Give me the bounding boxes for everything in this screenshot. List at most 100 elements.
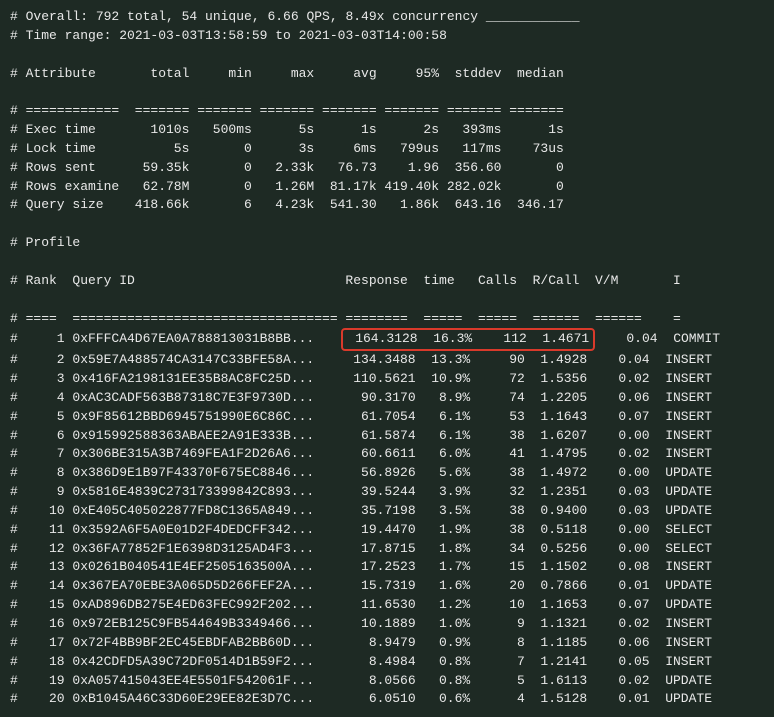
profile-row: #200xB1045A46C33D60E29EE82E3D7C...6.0510… bbox=[10, 690, 764, 709]
query-type: UPDATE bbox=[665, 596, 720, 615]
r-per-call: 1.4795 bbox=[533, 445, 588, 464]
rank: 15 bbox=[26, 596, 65, 615]
summary-row: #Rows sent59.35k02.33k76.731.96356.600 bbox=[10, 159, 764, 178]
query-id: 0xAD896DB275E4ED63FEC992F202... bbox=[72, 596, 337, 615]
vm: 0.08 bbox=[595, 558, 650, 577]
profile-row: #140x367EA70EBE3A065D5D266FEF2A...15.731… bbox=[10, 577, 764, 596]
r-per-call: 0.9400 bbox=[533, 502, 588, 521]
timerange-line: # Time range: 2021-03-03T13:58:59 to 202… bbox=[10, 27, 764, 46]
rank: 11 bbox=[26, 521, 65, 540]
vm: 0.02 bbox=[595, 615, 650, 634]
rank: 16 bbox=[26, 615, 65, 634]
query-id: 0x386D9E1B97F43370F675EC8846... bbox=[72, 464, 337, 483]
r-per-call: 1.2205 bbox=[533, 389, 588, 408]
calls: 9 bbox=[478, 615, 525, 634]
response-pct: 6.1% bbox=[423, 408, 470, 427]
rank: 10 bbox=[26, 502, 65, 521]
calls: 15 bbox=[478, 558, 525, 577]
query-type: SELECT bbox=[665, 540, 720, 559]
query-id: 0x915992588363ABAEE2A91E333B... bbox=[72, 427, 337, 446]
response-time: 56.8926 bbox=[345, 464, 415, 483]
response-pct: 1.9% bbox=[423, 521, 470, 540]
query-type: UPDATE bbox=[665, 483, 720, 502]
query-type: UPDATE bbox=[665, 502, 720, 521]
query-id: 0x972EB125C9FB544649B3349466... bbox=[72, 615, 337, 634]
calls: 90 bbox=[478, 351, 525, 370]
vm: 0.00 bbox=[595, 427, 650, 446]
response-time: 60.6611 bbox=[345, 445, 415, 464]
vm: 0.05 bbox=[595, 653, 650, 672]
query-id: 0x42CDFD5A39C72DF0514D1B59F2... bbox=[72, 653, 337, 672]
vm: 0.07 bbox=[595, 596, 650, 615]
vm: 0.00 bbox=[595, 521, 650, 540]
response-pct: 8.9% bbox=[423, 389, 470, 408]
r-per-call: 1.1653 bbox=[533, 596, 588, 615]
response-time: 61.5874 bbox=[345, 427, 415, 446]
calls: 20 bbox=[478, 577, 525, 596]
calls: 112 bbox=[480, 330, 527, 349]
response-pct: 1.0% bbox=[423, 615, 470, 634]
rank: 17 bbox=[26, 634, 65, 653]
profile-row: #170x72F4BB9BF2EC45EBDFAB2BB60D...8.9479… bbox=[10, 634, 764, 653]
response-pct: 0.6% bbox=[423, 690, 470, 709]
r-per-call: 1.2351 bbox=[533, 483, 588, 502]
rank: 6 bbox=[26, 427, 65, 446]
query-id: 0x0261B040541E4EF2505163500A... bbox=[72, 558, 337, 577]
profile-row: #100xE405C405022877FD8C1365A849...35.719… bbox=[10, 502, 764, 521]
r-per-call: 1.4972 bbox=[533, 464, 588, 483]
query-type: UPDATE bbox=[665, 577, 720, 596]
r-per-call: 1.2141 bbox=[533, 653, 588, 672]
vm: 0.03 bbox=[595, 483, 650, 502]
response-time: 19.4470 bbox=[345, 521, 415, 540]
calls: 4 bbox=[478, 690, 525, 709]
profile-header: #RankQuery IDResponsetimeCallsR/CallV/MI bbox=[10, 253, 764, 291]
profile-row: #70x306BE315A3B7469FEA1F2D26A6...60.6611… bbox=[10, 445, 764, 464]
query-type: COMMIT bbox=[673, 330, 728, 349]
summary-header: #Attributetotalminmaxavg95%stddevmedian bbox=[10, 46, 764, 84]
attr-label: Rows sent bbox=[26, 159, 127, 178]
r-per-call: 1.4671 bbox=[535, 330, 590, 349]
response-time: 8.4984 bbox=[345, 653, 415, 672]
rank: 4 bbox=[26, 389, 65, 408]
r-per-call: 1.5128 bbox=[533, 690, 588, 709]
query-type: INSERT bbox=[665, 389, 720, 408]
query-type: INSERT bbox=[665, 634, 720, 653]
query-id: 0x416FA2198131EE35B8AC8FC25D... bbox=[72, 370, 337, 389]
response-time: 17.8715 bbox=[345, 540, 415, 559]
attr-label: Query size bbox=[26, 196, 127, 215]
profile-label: # Profile bbox=[10, 234, 764, 253]
calls: 38 bbox=[478, 502, 525, 521]
query-type: INSERT bbox=[665, 653, 720, 672]
query-id: 0x5816E4839C273173399842C893... bbox=[72, 483, 337, 502]
response-time: 90.3170 bbox=[345, 389, 415, 408]
rank: 12 bbox=[26, 540, 65, 559]
query-id: 0x3592A6F5A0E01D2F4DEDCFF342... bbox=[72, 521, 337, 540]
response-pct: 1.8% bbox=[423, 540, 470, 559]
query-id: 0x367EA70EBE3A065D5D266FEF2A... bbox=[72, 577, 337, 596]
response-pct: 1.2% bbox=[423, 596, 470, 615]
summary-row: #Lock time5s03s6ms799us117ms73us bbox=[10, 140, 764, 159]
r-per-call: 0.5118 bbox=[533, 521, 588, 540]
overall-line: # Overall: 792 total, 54 unique, 6.66 QP… bbox=[10, 8, 764, 27]
calls: 34 bbox=[478, 540, 525, 559]
attr-label: Rows examine bbox=[26, 178, 127, 197]
query-id: 0xE405C405022877FD8C1365A849... bbox=[72, 502, 337, 521]
rank: 9 bbox=[26, 483, 65, 502]
query-type: INSERT bbox=[665, 427, 720, 446]
vm: 0.02 bbox=[595, 370, 650, 389]
vm: 0.01 bbox=[595, 690, 650, 709]
profile-row: #30x416FA2198131EE35B8AC8FC25D...110.562… bbox=[10, 370, 764, 389]
vm: 0.06 bbox=[595, 634, 650, 653]
response-time: 164.3128 bbox=[347, 330, 417, 349]
response-pct: 10.9% bbox=[423, 370, 470, 389]
query-id: 0xFFFCA4D67EA0A788813031B8BB... bbox=[72, 330, 337, 349]
calls: 7 bbox=[478, 653, 525, 672]
query-type: UPDATE bbox=[665, 464, 720, 483]
vm: 0.00 bbox=[595, 464, 650, 483]
response-pct: 6.0% bbox=[423, 445, 470, 464]
query-id: 0x59E7A488574CA3147C33BFE58A... bbox=[72, 351, 337, 370]
vm: 0.00 bbox=[595, 540, 650, 559]
highlight-box: 164.312816.3%1121.4671 bbox=[341, 328, 595, 351]
profile-row: #120x36FA77852F1E6398D3125AD4F3...17.871… bbox=[10, 540, 764, 559]
query-id: 0x306BE315A3B7469FEA1F2D26A6... bbox=[72, 445, 337, 464]
